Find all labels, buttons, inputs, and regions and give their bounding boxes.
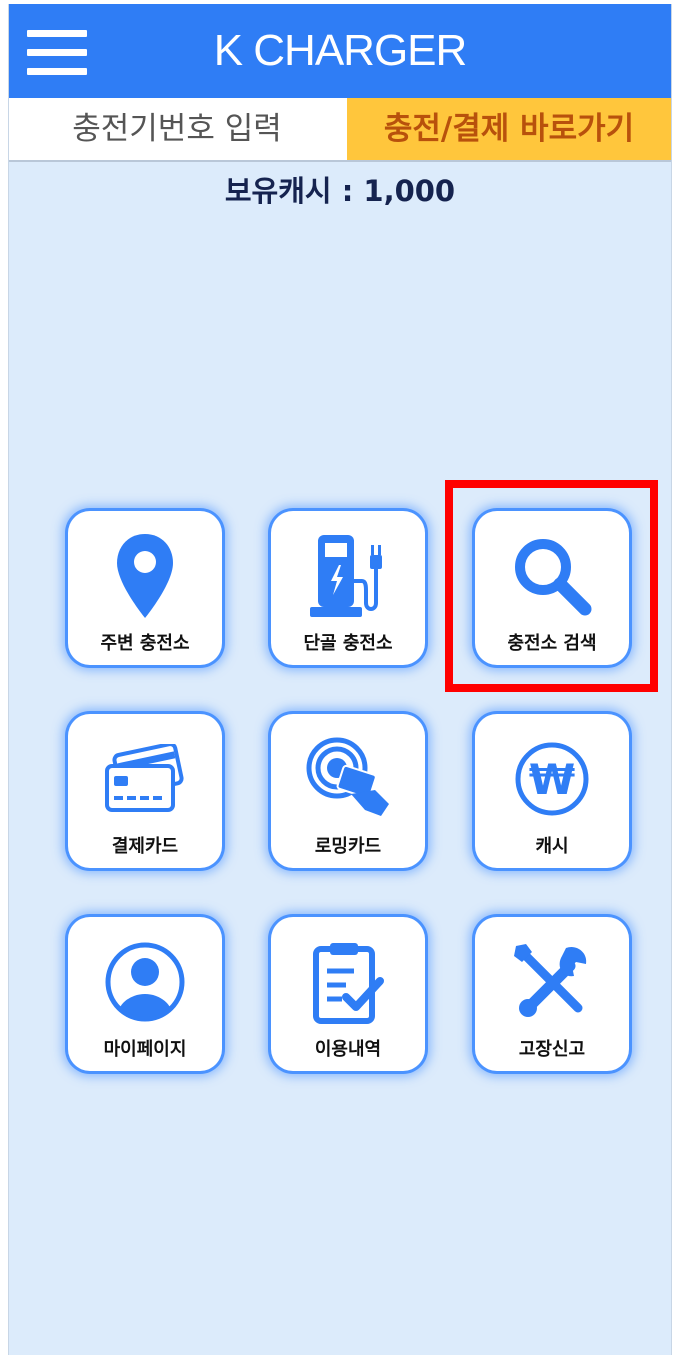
my-page-button[interactable]: 마이페이지: [68, 917, 222, 1071]
menu-label: 로밍카드: [314, 836, 382, 857]
tab-charge-pay-shortcut[interactable]: 충전/결제 바로가기: [347, 98, 671, 160]
charging-station-icon: [271, 531, 425, 621]
won-icon: ₩: [475, 734, 629, 824]
app-header: K CHARGER: [9, 4, 671, 98]
credit-card-icon: [68, 734, 222, 824]
roaming-card-button[interactable]: 로밍카드: [271, 714, 425, 868]
menu-label: 이용내역: [314, 1039, 382, 1060]
cash-button[interactable]: ₩ 캐시: [475, 714, 629, 868]
fault-report-button[interactable]: 고장신고: [475, 917, 629, 1071]
menu-label: 주변 충전소: [100, 633, 190, 654]
tools-icon: [475, 937, 629, 1027]
rfid-card-icon: [271, 734, 425, 824]
payment-card-button[interactable]: 결제카드: [68, 714, 222, 868]
menu-label: 결제카드: [111, 836, 179, 857]
nearby-stations-button[interactable]: 주변 충전소: [68, 511, 222, 665]
top-tabs: 충전기번호 입력 충전/결제 바로가기: [9, 98, 671, 162]
menu-label: 마이페이지: [103, 1039, 187, 1060]
location-pin-icon: [68, 531, 222, 621]
cash-balance: 보유캐시 : 1,000: [224, 174, 456, 208]
favorite-stations-button[interactable]: 단골 충전소: [271, 511, 425, 665]
menu-label: 충전소 검색: [507, 633, 597, 654]
station-search-button[interactable]: 충전소 검색: [475, 511, 629, 665]
clipboard-check-icon: [271, 937, 425, 1027]
app-frame: K CHARGER 충전기번호 입력 충전/결제 바로가기 보유캐시 : 1,0…: [8, 4, 672, 1355]
menu-label: 고장신고: [518, 1039, 586, 1060]
app-title: K CHARGER: [213, 26, 468, 75]
search-icon: [475, 531, 629, 621]
svg-text:₩: ₩: [529, 755, 575, 804]
user-icon: [68, 937, 222, 1027]
tab-charger-number-input[interactable]: 충전기번호 입력: [9, 98, 345, 160]
menu-label: 캐시: [535, 836, 569, 857]
usage-history-button[interactable]: 이용내역: [271, 917, 425, 1071]
menu-label: 단골 충전소: [303, 633, 393, 654]
